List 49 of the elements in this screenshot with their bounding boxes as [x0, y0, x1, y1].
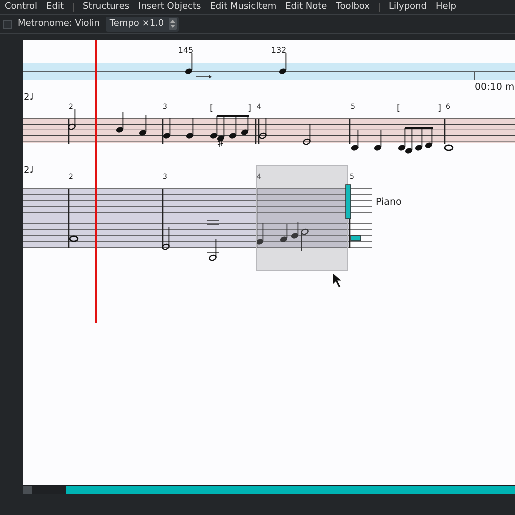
note-icon[interactable] [374, 130, 382, 151]
metronome-label: Metronome: Violin [18, 19, 100, 29]
note-icon[interactable] [291, 222, 299, 239]
note-icon[interactable] [163, 118, 171, 139]
mouse-pointer-icon [332, 272, 343, 288]
note-icon[interactable] [69, 236, 79, 242]
note-icon[interactable] [162, 226, 170, 250]
note-icon[interactable] [68, 108, 76, 130]
menu-item[interactable]: Help [436, 2, 456, 12]
note-icon[interactable] [280, 224, 288, 242]
time-signature-mark: 2♩ [24, 166, 34, 176]
menu-item[interactable]: Toolbox [336, 2, 370, 12]
tuplet-bracket: ] [248, 104, 252, 114]
staff-name: Piano [376, 197, 402, 208]
note-icon[interactable] [303, 124, 311, 146]
spin-arrows-icon[interactable] [169, 18, 178, 30]
tuplet-bracket: [ [210, 104, 214, 114]
selection-rectangle[interactable] [256, 166, 348, 272]
beamed-notes-icon[interactable] [398, 127, 433, 154]
tuplet-bracket: ] [438, 104, 442, 114]
horizontal-scrollbar[interactable] [23, 485, 515, 494]
menu-item[interactable]: Structures [82, 2, 130, 12]
note-icon[interactable] [139, 114, 147, 136]
note-icon[interactable] [256, 222, 264, 245]
tuplet-bracket: [ [397, 104, 401, 114]
cursor-marker-icon [346, 184, 352, 220]
note-icon[interactable] [259, 118, 267, 140]
time-label: 00:10 m [475, 82, 515, 93]
note-icon[interactable] [209, 238, 217, 262]
insert-marker-icon [350, 236, 362, 242]
note-icon[interactable] [301, 228, 309, 252]
beamed-notes-icon[interactable] [210, 115, 249, 148]
menu-item[interactable]: Edit MusicItem [210, 2, 277, 12]
note-icon[interactable] [116, 112, 124, 133]
note-icon[interactable] [186, 118, 194, 139]
note-icon[interactable] [185, 53, 193, 74]
tempo-value: 145 [178, 46, 194, 55]
menu-item[interactable]: Insert Objects [138, 2, 202, 12]
menu-item[interactable]: Edit Note [286, 2, 328, 12]
note-icon[interactable] [351, 130, 359, 151]
menu-item[interactable]: Edit [46, 2, 64, 12]
metronome-checkbox[interactable] [3, 20, 12, 28]
note-icon[interactable] [444, 144, 454, 152]
note-icon[interactable] [279, 53, 287, 74]
menu-item[interactable]: Control [5, 2, 38, 12]
time-signature-mark: 2♩ [24, 93, 34, 103]
menu-item[interactable]: Lilypond [388, 2, 427, 12]
tempo-spinbox[interactable]: Tempo ×1.0 [106, 16, 180, 32]
tempo-value: 132 [271, 46, 287, 55]
